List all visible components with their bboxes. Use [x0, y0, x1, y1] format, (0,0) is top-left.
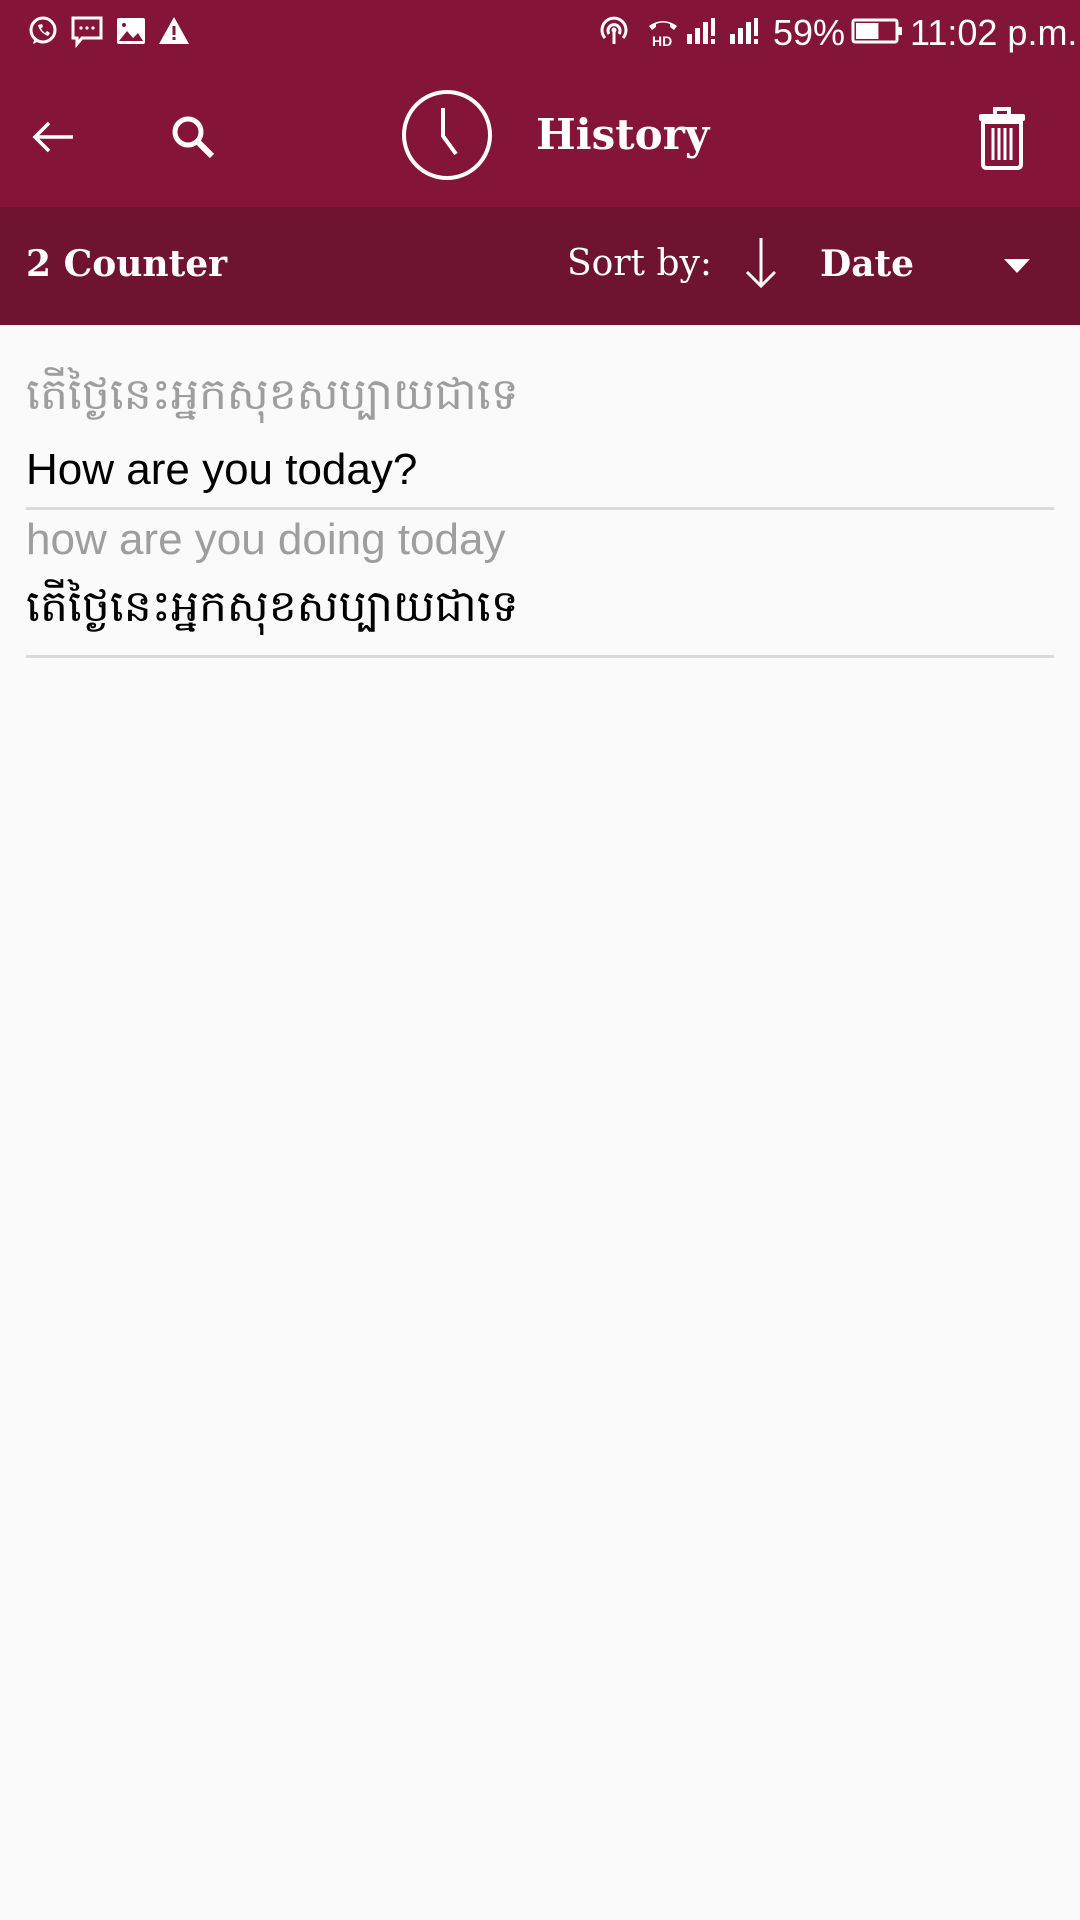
search-icon — [172, 116, 215, 159]
history-item-source: តើថ្ងៃនេះអ្នកសុខសប្បាយជាទេ — [26, 370, 519, 419]
sort-field-dropdown[interactable]: Date — [810, 227, 1050, 305]
svg-text:HD: HD — [652, 33, 672, 48]
clock-time: 11:02 p.m. — [910, 12, 1078, 53]
message-icon — [71, 16, 103, 48]
clock-icon — [402, 90, 492, 180]
signal-sim1-icon — [687, 18, 715, 44]
image-icon — [117, 18, 145, 44]
signal-sim2-icon — [730, 18, 758, 44]
back-button[interactable] — [22, 106, 84, 168]
history-item-translation: តើថ្ងៃនេះអ្នកសុខសប្បាយជាទេ — [26, 582, 519, 631]
search-button[interactable] — [162, 106, 224, 168]
battery-percent: 59% — [773, 12, 846, 53]
app-toolbar: History — [0, 70, 1080, 207]
hd-call-icon: HD — [649, 21, 677, 48]
history-item[interactable]: តើថ្ងៃនេះអ្នកសុខសប្បាយជាទេ How are you t… — [26, 367, 1054, 510]
history-item-translation: How are you today? — [26, 445, 418, 494]
arrow-left-icon — [32, 121, 73, 153]
arrow-down-icon — [745, 238, 777, 289]
battery-icon — [851, 18, 902, 44]
trash-icon — [979, 107, 1025, 170]
history-counter: 2 Counter — [26, 243, 228, 285]
status-bar: HD 59% 11:02 p.m. — [0, 0, 1080, 70]
history-item-source: how are you doing today — [26, 515, 506, 564]
warning-icon — [159, 17, 189, 44]
sort-direction-button[interactable] — [737, 234, 785, 292]
delete-all-button[interactable] — [966, 100, 1038, 176]
hotspot-icon — [600, 16, 628, 44]
sort-bar: 2 Counter Sort by: Date — [0, 207, 1080, 325]
caret-down-icon — [1004, 259, 1030, 273]
item-divider — [26, 507, 1054, 510]
sort-field-value: Date — [820, 243, 915, 285]
page-title: History — [536, 110, 710, 159]
whatsapp-icon — [29, 16, 57, 44]
sort-by-label: Sort by: — [567, 243, 712, 284]
item-divider — [26, 655, 1054, 658]
history-item[interactable]: how are you doing today តើថ្ងៃនេះអ្នកសុខ… — [26, 515, 1054, 658]
